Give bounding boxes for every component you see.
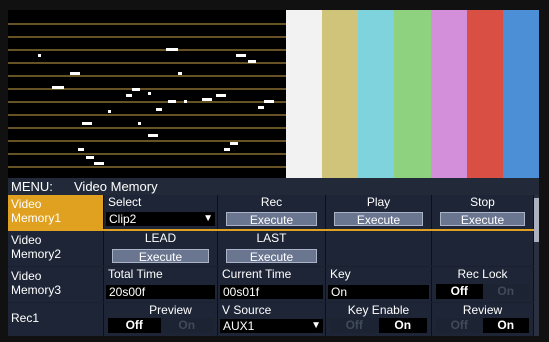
rec-cell: Rec Execute bbox=[218, 195, 326, 229]
waveform-display bbox=[8, 23, 286, 168]
row-video-memory1: Video Memory1 Select Clip2 ▼ Rec Execute… bbox=[8, 195, 539, 229]
rec-lock-cell: Rec Lock Off On bbox=[432, 267, 534, 302]
rec-lock-header: Rec Lock bbox=[457, 267, 508, 281]
key-enable-on-option[interactable]: On bbox=[378, 318, 427, 333]
current-time-cell: Current Time 00s01f bbox=[218, 267, 326, 302]
stop-cell: Stop Execute bbox=[432, 195, 534, 229]
select-header: Select bbox=[108, 195, 142, 209]
color-bar-cyan bbox=[358, 10, 395, 178]
lead-execute-button[interactable]: Execute bbox=[112, 249, 209, 264]
review-header: Review bbox=[462, 303, 503, 317]
row-label-line1: Video bbox=[11, 233, 42, 247]
menu-title-bar: MENU: Video Memory bbox=[8, 178, 539, 195]
color-bars bbox=[286, 10, 539, 178]
empty-cell bbox=[432, 231, 534, 266]
stop-header: Stop bbox=[470, 195, 495, 209]
menu-scroll-thumb[interactable] bbox=[534, 198, 539, 242]
key-value[interactable]: On bbox=[328, 285, 429, 299]
last-execute-button[interactable]: Execute bbox=[226, 249, 317, 264]
key-enable-cell: Key Enable Off On bbox=[326, 303, 432, 336]
last-cell: LAST Execute bbox=[218, 231, 326, 266]
rec-lock-on-option[interactable]: On bbox=[482, 284, 529, 299]
preview-cell: Preview Off On bbox=[104, 303, 218, 336]
row-rec1: Rec1 Preview Off On V Source AUX1 ▼ Key … bbox=[8, 303, 539, 336]
rec-lock-off-option[interactable]: Off bbox=[436, 284, 483, 299]
monitor-screen: MENU: Video Memory Video Memory1 Select … bbox=[8, 10, 539, 336]
clip-select-dropdown[interactable]: Clip2 bbox=[106, 212, 215, 226]
last-header: LAST bbox=[256, 231, 287, 245]
color-bar-blue bbox=[502, 10, 539, 178]
row-label-line2: Memory1 bbox=[11, 211, 62, 225]
color-bar-magenta bbox=[430, 10, 467, 178]
lead-cell: LEAD Execute bbox=[104, 231, 218, 266]
v-source-header: V Source bbox=[222, 303, 272, 317]
color-bar-yellow bbox=[322, 10, 359, 178]
v-source-dropdown[interactable]: AUX1 bbox=[220, 319, 323, 333]
key-enable-header: Key Enable bbox=[347, 303, 410, 317]
row-label-line2: Memory2 bbox=[11, 247, 62, 261]
row-label-line2: Memory3 bbox=[11, 283, 62, 297]
v-source-cell: V Source AUX1 ▼ bbox=[218, 303, 326, 336]
video-memory-menu: MENU: Video Memory Video Memory1 Select … bbox=[8, 178, 539, 336]
video-preview bbox=[8, 10, 539, 178]
play-execute-button[interactable]: Execute bbox=[334, 212, 423, 227]
review-on-option[interactable]: On bbox=[482, 318, 529, 333]
lead-header: LEAD bbox=[144, 231, 177, 245]
row-label-line1: Video bbox=[11, 197, 42, 211]
color-bar-red bbox=[466, 10, 503, 178]
dropdown-arrow-icon: ▼ bbox=[203, 213, 213, 224]
row-label-line1: Video bbox=[11, 269, 42, 283]
review-toggle[interactable]: Off On bbox=[436, 318, 529, 333]
key-header: Key bbox=[330, 267, 351, 281]
menu-title: Video Memory bbox=[74, 179, 158, 194]
row-video-memory3: Video Memory3 Total Time 20s00f Current … bbox=[8, 267, 539, 302]
play-header: Play bbox=[366, 195, 391, 209]
row-label-rec1[interactable]: Rec1 bbox=[8, 303, 104, 336]
total-time-cell: Total Time 20s00f bbox=[104, 267, 218, 302]
play-cell: Play Execute bbox=[326, 195, 432, 229]
row-label-video-memory3[interactable]: Video Memory3 bbox=[8, 267, 104, 302]
color-bar-white bbox=[286, 10, 323, 178]
stop-execute-button[interactable]: Execute bbox=[440, 212, 525, 227]
total-time-value: 20s00f bbox=[106, 285, 215, 299]
rec-lock-toggle[interactable]: Off On bbox=[436, 284, 529, 299]
row-label-line1: Rec1 bbox=[11, 311, 40, 325]
preview-header: Preview bbox=[149, 303, 192, 317]
dropdown-arrow-icon: ▼ bbox=[311, 320, 321, 331]
monitor-bezel: MENU: Video Memory Video Memory1 Select … bbox=[0, 0, 549, 342]
row-video-memory2: Video Memory2 LEAD Execute LAST Execute bbox=[8, 231, 539, 266]
review-cell: Review Off On bbox=[432, 303, 534, 336]
review-off-option[interactable]: Off bbox=[436, 318, 483, 333]
menu-label: MENU: bbox=[11, 179, 53, 194]
total-time-header: Total Time bbox=[108, 267, 163, 281]
current-time-header: Current Time bbox=[222, 267, 292, 281]
key-cell: Key On bbox=[326, 267, 432, 302]
key-enable-off-option[interactable]: Off bbox=[330, 318, 379, 333]
preview-on-option[interactable]: On bbox=[160, 318, 213, 333]
preview-off-option[interactable]: Off bbox=[108, 318, 161, 333]
color-bar-green bbox=[394, 10, 431, 178]
preview-toggle[interactable]: Off On bbox=[108, 318, 213, 333]
empty-cell bbox=[326, 231, 432, 266]
key-enable-toggle[interactable]: Off On bbox=[330, 318, 427, 333]
current-time-value: 00s01f bbox=[220, 285, 323, 299]
rec-header: Rec bbox=[260, 195, 283, 209]
row-label-video-memory2[interactable]: Video Memory2 bbox=[8, 231, 104, 266]
row-label-video-memory1[interactable]: Video Memory1 bbox=[8, 195, 104, 229]
rec-execute-button[interactable]: Execute bbox=[226, 212, 317, 227]
select-cell: Select Clip2 ▼ bbox=[104, 195, 218, 229]
